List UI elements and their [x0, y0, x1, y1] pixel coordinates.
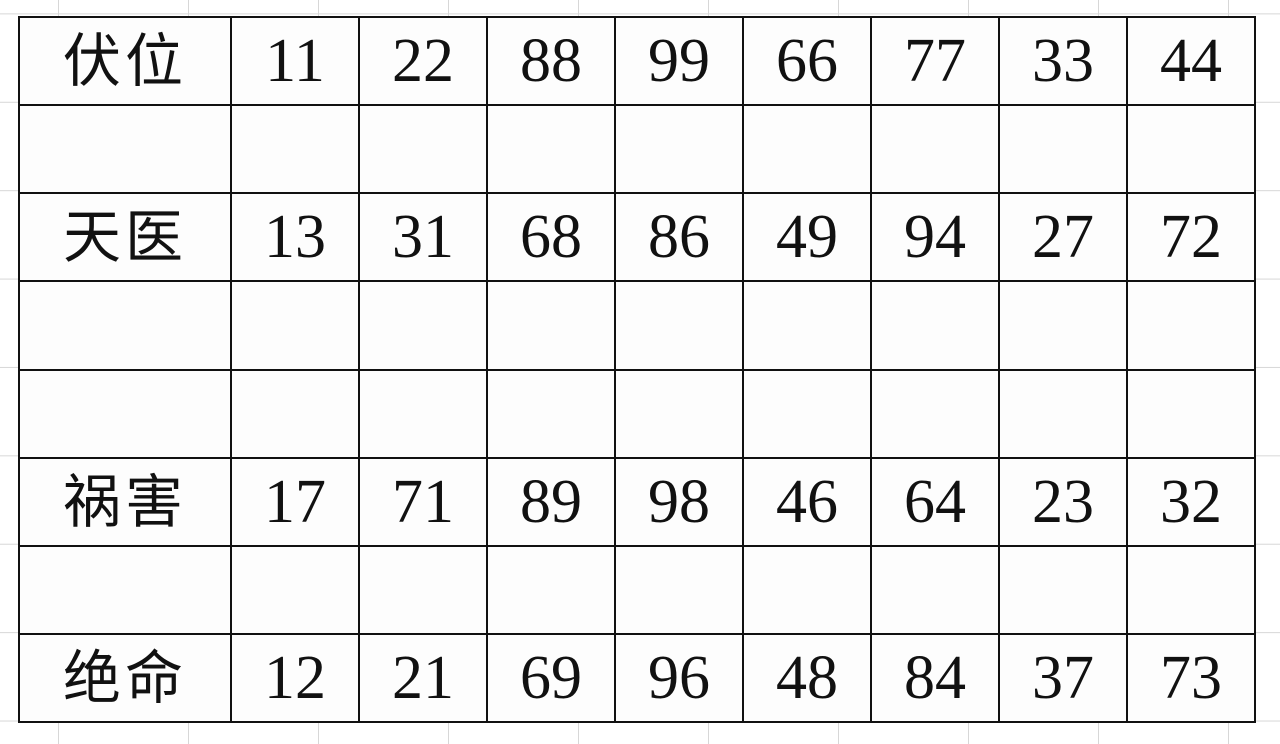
- row-label-cell[interactable]: 延年: [18, 280, 232, 371]
- number-cell[interactable]: 48: [742, 632, 872, 724]
- number-cell[interactable]: 27: [998, 192, 1128, 283]
- number-cell[interactable]: 92: [1126, 368, 1256, 459]
- number-cell[interactable]: 84: [870, 632, 1000, 724]
- number-cell[interactable]: 66: [742, 15, 872, 107]
- number-cell[interactable]: 24: [998, 544, 1128, 635]
- number-cell[interactable]: 63: [870, 544, 1000, 635]
- number-cell[interactable]: 47: [486, 368, 616, 459]
- row-label-cell[interactable]: 生气: [18, 104, 232, 195]
- number-cell[interactable]: 32: [1126, 456, 1256, 547]
- number-cell[interactable]: 31: [358, 192, 488, 283]
- row-label-cell[interactable]: 伏位: [18, 15, 232, 107]
- number-cell[interactable]: 44: [1126, 15, 1256, 107]
- number-cell[interactable]: 21: [358, 632, 488, 724]
- number-cell[interactable]: 68: [486, 192, 616, 283]
- number-cell[interactable]: 98: [614, 456, 744, 547]
- number-cell[interactable]: 14: [230, 104, 360, 195]
- number-cell[interactable]: 79: [486, 544, 616, 635]
- number-cell[interactable]: 26: [998, 280, 1128, 371]
- table-row[interactable]: 五鬼1881799736632442: [18, 544, 1256, 635]
- table-row[interactable]: 天医 13 31 68 86 49 94 27 72: [18, 192, 1256, 283]
- number-cell[interactable]: 28: [998, 104, 1128, 195]
- number-cell[interactable]: 87: [614, 280, 744, 371]
- table-row[interactable]: 伏位 11 22 88 99 66 77 33 44: [18, 15, 1256, 107]
- number-cell[interactable]: 86: [614, 192, 744, 283]
- table-row[interactable]: 六煞1661477438832992: [18, 368, 1256, 459]
- row-label-cell[interactable]: 五鬼: [18, 544, 232, 635]
- number-cell[interactable]: 46: [742, 456, 872, 547]
- number-cell[interactable]: 16: [230, 368, 360, 459]
- table-row[interactable]: 祸害 17 71 89 98 46 64 23 32: [18, 456, 1256, 547]
- number-cell[interactable]: 12: [230, 632, 360, 724]
- number-cell[interactable]: 23: [998, 456, 1128, 547]
- number-cell[interactable]: 17: [230, 456, 360, 547]
- number-cell[interactable]: 39: [742, 104, 872, 195]
- row-label-cell[interactable]: 祸害: [18, 456, 232, 547]
- number-cell[interactable]: 69: [486, 632, 616, 724]
- table-row[interactable]: 延年1991788734432662: [18, 280, 1256, 371]
- number-cell[interactable]: 94: [870, 192, 1000, 283]
- number-cell[interactable]: 36: [742, 544, 872, 635]
- number-cell[interactable]: 64: [870, 456, 1000, 547]
- row-label-cell[interactable]: 绝命: [18, 632, 232, 724]
- number-cell[interactable]: 82: [1126, 104, 1256, 195]
- number-cell[interactable]: 73: [1126, 632, 1256, 724]
- number-cell[interactable]: 29: [998, 368, 1128, 459]
- number-cell[interactable]: 62: [1126, 280, 1256, 371]
- number-cell[interactable]: 78: [486, 280, 616, 371]
- number-cell[interactable]: 19: [230, 280, 360, 371]
- number-cell[interactable]: 77: [870, 15, 1000, 107]
- number-cell[interactable]: 49: [742, 192, 872, 283]
- number-cell[interactable]: 76: [614, 104, 744, 195]
- number-cell[interactable]: 81: [358, 544, 488, 635]
- number-cell[interactable]: 99: [614, 15, 744, 107]
- number-cell[interactable]: 13: [230, 192, 360, 283]
- bagua-number-table[interactable]: 伏位1122889966773344生气1441677639932882天医13…: [18, 15, 1256, 724]
- number-cell[interactable]: 37: [998, 632, 1128, 724]
- number-cell[interactable]: 42: [1126, 544, 1256, 635]
- number-cell[interactable]: 74: [614, 368, 744, 459]
- number-cell[interactable]: 91: [358, 280, 488, 371]
- row-label-cell[interactable]: 天医: [18, 192, 232, 283]
- number-cell[interactable]: 89: [486, 456, 616, 547]
- number-cell[interactable]: 18: [230, 544, 360, 635]
- row-label-cell[interactable]: 六煞: [18, 368, 232, 459]
- number-cell[interactable]: 33: [998, 15, 1128, 107]
- number-cell[interactable]: 34: [742, 280, 872, 371]
- number-cell[interactable]: 11: [230, 15, 360, 107]
- number-cell[interactable]: 41: [358, 104, 488, 195]
- number-cell[interactable]: 43: [870, 280, 1000, 371]
- number-cell[interactable]: 61: [358, 368, 488, 459]
- number-cell[interactable]: 67: [486, 104, 616, 195]
- number-cell[interactable]: 83: [870, 368, 1000, 459]
- table-row[interactable]: 绝命 12 21 69 96 48 84 37 73: [18, 632, 1256, 724]
- number-cell[interactable]: 97: [614, 544, 744, 635]
- table-body: 伏位1122889966773344生气1441677639932882天医13…: [18, 15, 1256, 724]
- number-cell[interactable]: 22: [358, 15, 488, 107]
- number-cell[interactable]: 96: [614, 632, 744, 724]
- number-cell[interactable]: 71: [358, 456, 488, 547]
- number-cell[interactable]: 93: [870, 104, 1000, 195]
- number-cell[interactable]: 38: [742, 368, 872, 459]
- number-cell[interactable]: 72: [1126, 192, 1256, 283]
- number-cell[interactable]: 88: [486, 15, 616, 107]
- table-row[interactable]: 生气1441677639932882: [18, 104, 1256, 195]
